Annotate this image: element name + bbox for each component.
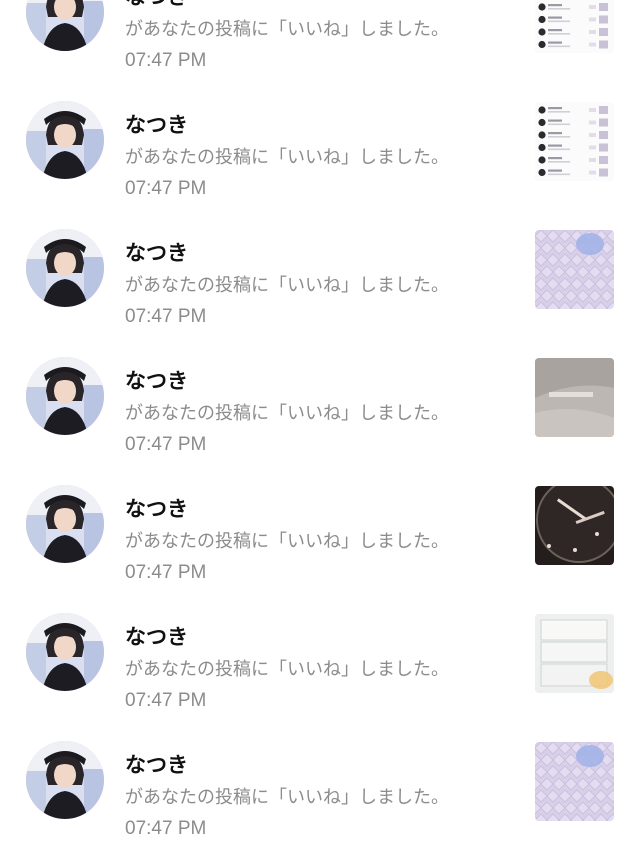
user-avatar[interactable] xyxy=(26,357,104,435)
user-avatar[interactable] xyxy=(26,0,104,51)
notification-item[interactable]: なつき があなたの投稿に「いいね」しました。 07:47 PM xyxy=(0,346,640,474)
user-name[interactable]: なつき xyxy=(125,624,188,650)
user-name[interactable]: なつき xyxy=(125,752,188,778)
notification-feed: なつき があなたの投稿に「いいね」しました。 07:47 PM なつき があなた… xyxy=(0,0,640,856)
notification-time: 07:47 PM xyxy=(125,50,207,71)
user-avatar[interactable] xyxy=(26,485,104,563)
user-avatar[interactable] xyxy=(26,229,104,307)
post-thumbnail[interactable] xyxy=(535,486,614,565)
notification-message: があなたの投稿に「いいね」しました。 xyxy=(125,147,449,168)
lavender-quilted-icon xyxy=(535,742,614,821)
post-thumbnail[interactable] xyxy=(535,358,614,437)
avatar-photo-icon xyxy=(26,229,104,307)
notification-item[interactable]: なつき があなたの投稿に「いいね」しました。 07:47 PM xyxy=(0,474,640,602)
notification-item[interactable]: なつき があなたの投稿に「いいね」しました。 07:47 PM xyxy=(0,90,640,218)
notification-list: なつき があなたの投稿に「いいね」しました。 07:47 PM なつき があなた… xyxy=(0,0,640,856)
clear-case-icon xyxy=(535,614,614,693)
post-thumbnail[interactable] xyxy=(535,614,614,693)
post-thumbnail[interactable] xyxy=(535,230,614,309)
notification-time: 07:47 PM xyxy=(125,690,207,711)
notification-item[interactable]: なつき があなたの投稿に「いいね」しました。 07:47 PM xyxy=(0,0,640,90)
notification-message: があなたの投稿に「いいね」しました。 xyxy=(125,275,449,296)
avatar-photo-icon xyxy=(26,485,104,563)
notification-message: があなたの投稿に「いいね」しました。 xyxy=(125,787,449,808)
user-avatar[interactable] xyxy=(26,741,104,819)
user-name[interactable]: なつき xyxy=(125,0,188,10)
notification-item[interactable]: なつき があなたの投稿に「いいね」しました。 07:47 PM xyxy=(0,730,640,856)
notification-message: があなたの投稿に「いいね」しました。 xyxy=(125,19,449,40)
notification-message: があなたの投稿に「いいね」しました。 xyxy=(125,531,449,552)
screenshot-list-icon xyxy=(535,0,614,53)
user-name[interactable]: なつき xyxy=(125,240,188,266)
notification-message: があなたの投稿に「いいね」しました。 xyxy=(125,659,449,680)
post-thumbnail[interactable] xyxy=(535,102,614,181)
avatar-photo-icon xyxy=(26,0,104,51)
post-thumbnail[interactable] xyxy=(535,742,614,821)
notification-message: があなたの投稿に「いいね」しました。 xyxy=(125,403,449,424)
notification-time: 07:47 PM xyxy=(125,306,207,327)
clock-face-icon xyxy=(535,486,614,565)
notification-time: 07:47 PM xyxy=(125,818,207,839)
user-avatar[interactable] xyxy=(26,101,104,179)
grey-fabric-icon xyxy=(535,358,614,437)
avatar-photo-icon xyxy=(26,613,104,691)
user-name[interactable]: なつき xyxy=(125,496,188,522)
avatar-photo-icon xyxy=(26,741,104,819)
notification-time: 07:47 PM xyxy=(125,434,207,455)
user-name[interactable]: なつき xyxy=(125,112,188,138)
notification-item[interactable]: なつき があなたの投稿に「いいね」しました。 07:47 PM xyxy=(0,218,640,346)
notification-time: 07:47 PM xyxy=(125,562,207,583)
post-thumbnail[interactable] xyxy=(535,0,614,53)
user-avatar[interactable] xyxy=(26,613,104,691)
notification-time: 07:47 PM xyxy=(125,178,207,199)
screenshot-list-icon xyxy=(535,102,614,181)
user-name[interactable]: なつき xyxy=(125,368,188,394)
lavender-quilted-icon xyxy=(535,230,614,309)
avatar-photo-icon xyxy=(26,357,104,435)
avatar-photo-icon xyxy=(26,101,104,179)
notification-item[interactable]: なつき があなたの投稿に「いいね」しました。 07:47 PM xyxy=(0,602,640,730)
